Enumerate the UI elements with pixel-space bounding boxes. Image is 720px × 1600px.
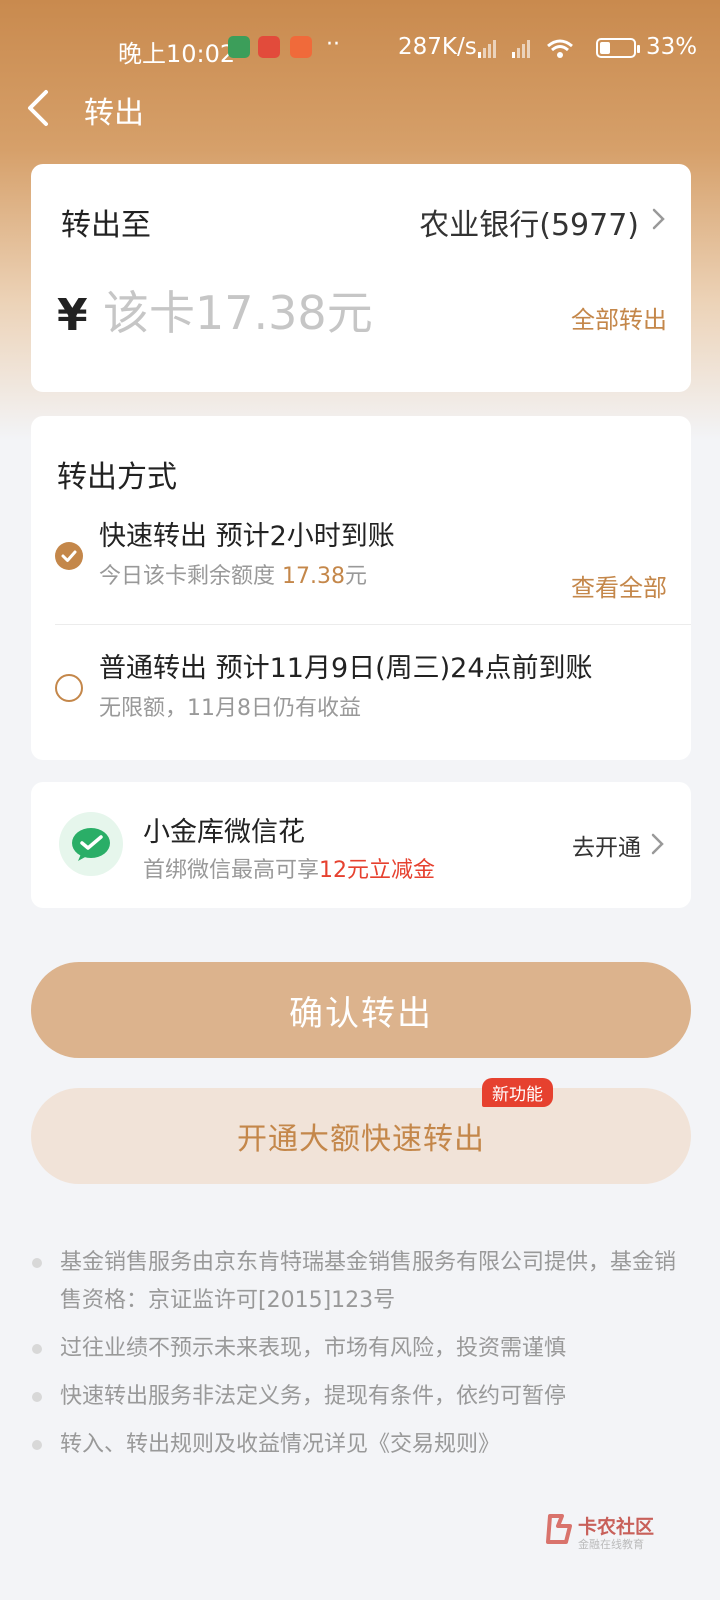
quota-prefix: 今日该卡剩余额度: [99, 564, 282, 589]
watermark-logo-icon: [546, 1514, 572, 1544]
battery-level: 33%: [646, 34, 698, 60]
wechat-icon: [59, 812, 123, 876]
bullet-dot: [32, 1440, 42, 1450]
more-notifications-icon: ··: [326, 32, 340, 57]
watermark-title: 卡农社区: [578, 1516, 655, 1538]
fast-transfer-radio[interactable]: [55, 542, 83, 570]
fast-transfer-quota: 今日该卡剩余额度 17.38元: [99, 558, 367, 590]
fast-transfer-label: 快速转出 预计2小时到账: [99, 521, 395, 552]
normal-transfer-label: 普通转出 预计11月9日(周三)24点前到账: [99, 653, 593, 684]
transfer-card: 转出至 农业银行(5977) ¥ 全部转出: [31, 164, 691, 392]
quota-value: 17.38: [282, 564, 345, 589]
destination-bank: 农业银行(5977): [419, 208, 639, 243]
wechat-sub-prefix: 首绑微信最高可享: [143, 858, 320, 883]
note-item: 过往业绩不预示未来表现，市场有风险，投资需谨慎: [28, 1330, 688, 1368]
go-open-link[interactable]: 去开通: [572, 828, 641, 862]
destination-label: 转出至: [61, 208, 151, 243]
bullet-dot: [32, 1344, 42, 1354]
wechat-subtitle: 首绑微信最高可享12元立减金: [143, 852, 435, 884]
open-large-fast-transfer-button[interactable]: 开通大额快速转出: [31, 1088, 691, 1184]
note-text: 基金销售服务由京东肯特瑞基金销售服务有限公司提供，基金销售资格：京证监许可[20…: [60, 1250, 677, 1313]
confirm-transfer-button[interactable]: 确认转出: [31, 962, 691, 1058]
back-button[interactable]: [20, 84, 60, 132]
fast-transfer-option[interactable]: 快速转出 预计2小时到账 今日该卡剩余额度 17.38元: [31, 506, 551, 616]
transfer-method-card: 转出方式 快速转出 预计2小时到账 今日该卡剩余额度 17.38元 查看全部 普…: [31, 416, 691, 760]
normal-transfer-option[interactable]: 普通转出 预计11月9日(周三)24点前到账 无限额，11月8日仍有收益: [31, 638, 691, 748]
quota-unit: 元: [344, 564, 367, 589]
transfer-all-link[interactable]: 全部转出: [571, 300, 667, 335]
wechat-promo-card[interactable]: 小金库微信花 首绑微信最高可享12元立减金 去开通: [31, 782, 691, 908]
note-item: 基金销售服务由京东肯特瑞基金销售服务有限公司提供，基金销售资格：京证监许可[20…: [28, 1244, 688, 1320]
chevron-left-icon: [28, 90, 48, 126]
app-notification-icon: [290, 36, 312, 58]
note-text: 快速转出服务非法定义务，提现有条件，依约可暂停: [60, 1384, 567, 1409]
status-bar: 晚上10:02 ·· 287K/s 33%: [0, 28, 720, 68]
wechat-title: 小金库微信花: [143, 817, 305, 848]
app-notification-icon: [258, 36, 280, 58]
chevron-right-icon: [652, 208, 665, 230]
battery-icon: [596, 38, 640, 58]
disclaimer-notes: 基金销售服务由京东肯特瑞基金销售服务有限公司提供，基金销售资格：京证监许可[20…: [28, 1244, 688, 1474]
note-text: 过往业绩不预示未来表现，市场有风险，投资需谨慎: [60, 1336, 567, 1361]
signal-icon: [478, 39, 573, 58]
status-time: 晚上10:02: [118, 40, 236, 68]
page-title: 转出: [84, 96, 144, 131]
amount-input[interactable]: [103, 278, 503, 348]
network-speed: 287K/s: [398, 34, 477, 60]
note-item: 快速转出服务非法定义务，提现有条件，依约可暂停: [28, 1378, 688, 1416]
watermark-subtitle: 金融在线教育: [578, 1538, 644, 1551]
bullet-dot: [32, 1258, 42, 1268]
chevron-right-icon: [651, 833, 664, 855]
currency-symbol: ¥: [57, 290, 88, 341]
app-notification-icon: [228, 36, 250, 58]
bullet-dot: [32, 1392, 42, 1402]
destination-selector[interactable]: 农业银行(5977): [371, 184, 691, 254]
method-title: 转出方式: [57, 460, 177, 495]
wechat-sub-highlight: 12元立减金: [319, 858, 436, 883]
divider: [55, 624, 691, 625]
wechat-pay-icon: [72, 828, 110, 861]
normal-transfer-radio[interactable]: [55, 674, 83, 702]
trading-rules-link[interactable]: 转入、转出规则及收益情况详见《交易规则》: [60, 1432, 500, 1457]
check-icon: [61, 550, 77, 562]
note-item[interactable]: 转入、转出规则及收益情况详见《交易规则》: [28, 1426, 688, 1464]
new-feature-badge: 新功能: [482, 1078, 553, 1107]
normal-transfer-sub: 无限额，11月8日仍有收益: [99, 696, 361, 721]
view-all-link[interactable]: 查看全部: [571, 568, 667, 603]
